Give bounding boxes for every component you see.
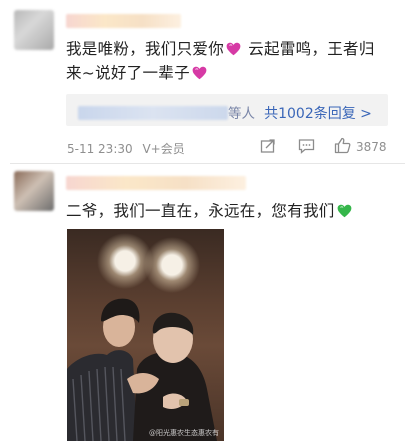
comment-text-part: 我是唯粉，我们只爱你 [66,40,225,58]
reply-users-blurred [78,106,228,120]
comment-meta: 5-11 23:30 V+会员 [67,140,185,157]
comment-icon[interactable] [298,138,315,154]
avatar[interactable] [14,171,54,211]
vip-badge[interactable]: V+会员 [142,142,184,156]
comment-text-part: 云起雷鸣，王者归 [248,40,375,58]
comment-text: 我是唯粉，我们只爱你 云起雷鸣，王者归 来~说好了一辈子 [66,37,401,85]
photo-scene [67,298,217,441]
heart-pink-icon [192,66,207,80]
view-replies-link[interactable]: 共1002条回复 > [264,106,372,122]
heart-green-icon [337,204,351,218]
comment-divider [10,163,405,164]
comment-text-part: 来~说好了一辈子 [66,64,190,82]
reply-summary[interactable]: 等人 共1002条回复 > [66,94,388,126]
comment-text-part: 二爷，我们一直在，永远在，您有我们 [66,202,335,220]
share-icon[interactable] [260,138,276,154]
reply-suffix: 等人 [228,106,255,122]
like-count: 3878 [356,140,387,154]
username-blurred[interactable] [66,14,181,28]
heart-pink-icon [226,42,241,56]
username-blurred[interactable] [66,176,246,190]
photo-watermark: @阳光惠农生态惠农有 [149,429,219,437]
comment-photo[interactable]: @阳光惠农生态惠农有 [67,229,224,441]
avatar[interactable] [14,10,54,50]
comment-text: 二爷，我们一直在，永远在，您有我们 [66,199,406,223]
like-icon[interactable] [334,137,351,154]
comment-date: 5-11 23:30 [67,142,133,156]
